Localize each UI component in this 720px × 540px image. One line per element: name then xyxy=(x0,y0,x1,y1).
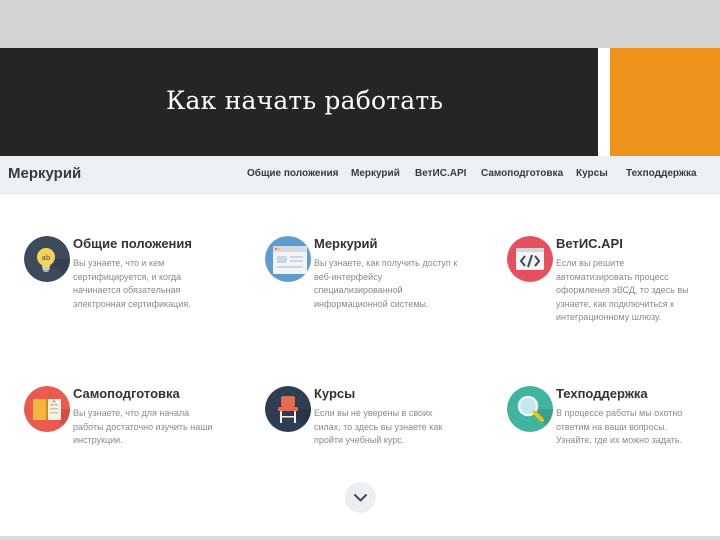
chevron-down-icon xyxy=(354,494,367,502)
card-description: Вы узнаете, как получить доступ к веб-ин… xyxy=(314,258,458,309)
card-self-study[interactable]: A Самоподготовка Вы узнаете, что для нач… xyxy=(24,386,244,486)
card-title: Курсы xyxy=(314,386,356,401)
orange-accent-block xyxy=(610,48,720,156)
nav-item-courses[interactable]: Курсы xyxy=(576,168,608,179)
card-general[interactable]: ab Общие положения Вы узнаете, что и кем… xyxy=(24,236,244,336)
book-icon: A xyxy=(24,386,70,432)
card-description: Если вы решите автоматизировать процесс … xyxy=(556,258,689,322)
card-description: Вы узнаете, что для начала работы достат… xyxy=(73,408,213,445)
nav-item-support[interactable]: Техподдержка xyxy=(626,168,697,179)
card-mercury[interactable]: Меркурий Вы узнаете, как получить доступ… xyxy=(265,236,485,336)
card-title: Меркурий xyxy=(314,236,378,251)
svg-text:ab: ab xyxy=(42,254,51,262)
browser-window-icon xyxy=(265,236,311,282)
card-vetis-api[interactable]: ВетИС.API Если вы решите автоматизироват… xyxy=(507,236,720,336)
card-title: Общие положения xyxy=(73,236,192,251)
card-description: Если вы не уверены в своих силах, то зде… xyxy=(314,408,443,445)
code-icon xyxy=(507,236,553,282)
svg-text:A: A xyxy=(52,399,56,405)
nav-item-mercury[interactable]: Меркурий xyxy=(351,168,400,179)
bottom-divider xyxy=(0,536,720,540)
card-support[interactable]: Техподдержка В процессе работы мы охотно… xyxy=(507,386,720,486)
nav-item-self-study[interactable]: Самоподготовка xyxy=(481,168,563,179)
nav-item-general[interactable]: Общие положения xyxy=(247,168,339,179)
chair-icon xyxy=(265,386,311,432)
card-courses[interactable]: Курсы Если вы не уверены в своих силах, … xyxy=(265,386,485,486)
site-brand[interactable]: Меркурий xyxy=(8,165,81,182)
card-description: В процессе работы мы охотно ответим на в… xyxy=(556,408,683,445)
nav-item-vetis-api[interactable]: ВетИС.API xyxy=(415,168,466,179)
scroll-down-button[interactable] xyxy=(345,482,376,513)
top-strip xyxy=(0,0,720,48)
magnifier-icon xyxy=(507,386,553,432)
site-navbar: Меркурий Общие положения Меркурий ВетИС.… xyxy=(0,156,720,194)
card-title: Техподдержка xyxy=(556,386,648,401)
slide-title: Как начать работать xyxy=(166,86,444,115)
lightbulb-icon: ab xyxy=(24,236,70,282)
card-description: Вы узнаете, что и кем сертифицируется, и… xyxy=(73,258,191,309)
card-title: Самоподготовка xyxy=(73,386,180,401)
card-title: ВетИС.API xyxy=(556,236,623,251)
